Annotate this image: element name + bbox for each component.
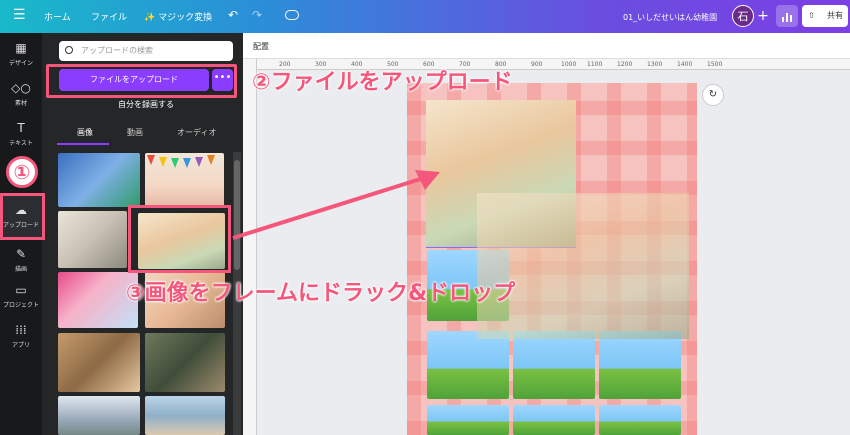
empty-frame[interactable] (599, 331, 681, 399)
dragging-image-preview (477, 193, 689, 339)
redo-icon[interactable]: ↷ (252, 8, 262, 22)
step-3-annotation: ③画像をフレームにドラック&ドロップ (126, 281, 516, 306)
empty-frame[interactable] (513, 405, 595, 435)
search-placeholder: アップロードの検索 (81, 46, 153, 55)
rail-item-label: アプリ (11, 342, 30, 349)
share-button[interactable]: ⇧ 共有 (802, 5, 848, 27)
top-bar: ☰ ホーム ファイル ✨ マジック変換 ↶ ↷ 01_いしだせいはん幼稚園 石 … (0, 0, 850, 33)
uploaded-image-thumbnail[interactable] (58, 333, 140, 392)
uploaded-image-thumbnail[interactable] (58, 153, 140, 207)
rail-item-apps[interactable]: ⁞⁞⁞ アプリ (0, 323, 42, 349)
layout-icon: ▦ (15, 41, 27, 55)
insights-button[interactable] (776, 5, 798, 27)
file-menu[interactable]: ファイル (91, 10, 127, 23)
uploaded-image-thumbnail[interactable] (58, 211, 127, 268)
ruler-tick: 1500 (707, 61, 723, 68)
rail-item-label: テキスト (9, 140, 33, 147)
apps-icon: ⁞⁞⁞ (15, 323, 27, 337)
rail-item-design[interactable]: ▦ デザイン (0, 41, 42, 67)
highlight-uploads-tab (0, 193, 45, 240)
uploaded-image-thumbnail[interactable] (145, 153, 224, 207)
editor-toolbar: 配置 (243, 33, 850, 59)
empty-frame[interactable] (427, 405, 509, 435)
rail-item-label: プロジェクト (2, 302, 39, 309)
menu-icon[interactable]: ☰ (13, 7, 26, 23)
cloud-save-icon[interactable] (285, 10, 299, 20)
media-tabs: 画像 動画 オーディオ (57, 127, 233, 145)
ruler-tick: 1000 (561, 61, 577, 68)
rail-item-elements[interactable]: ◇○ 素材 (0, 81, 42, 107)
rail-item-label: デザイン (8, 60, 33, 67)
search-icon (65, 46, 73, 54)
empty-frame[interactable] (427, 331, 509, 399)
step-2-annotation: ②ファイルをアップロード (252, 70, 513, 95)
draw-icon: ✎ (15, 247, 27, 261)
ruler-tick: 1200 (617, 61, 633, 68)
search-input[interactable]: アップロードの検索 (59, 41, 233, 61)
ruler-tick: 1100 (587, 61, 603, 68)
undo-icon[interactable]: ↶ (228, 8, 238, 22)
position-button[interactable]: 配置 (253, 41, 269, 52)
home-menu[interactable]: ホーム (44, 10, 71, 23)
add-collaborator-icon[interactable]: + (754, 5, 772, 27)
empty-frame[interactable] (513, 331, 595, 399)
highlight-upload-button (46, 64, 237, 98)
record-yourself-button[interactable]: 自分を録画する (59, 99, 233, 110)
drag-arrow (232, 170, 440, 240)
step-1-marker: ① (6, 156, 38, 188)
ruler-tick: 1300 (647, 61, 663, 68)
avatar[interactable]: 石 (732, 5, 754, 27)
rail-item-text[interactable]: T テキスト (0, 121, 42, 147)
uploaded-image-thumbnail[interactable] (145, 396, 225, 435)
uploaded-image-thumbnail[interactable] (58, 396, 140, 435)
bunting-flags (147, 155, 215, 168)
rail-item-label: 素材 (14, 100, 27, 107)
rail-item-projects[interactable]: ▭ プロジェクト (0, 283, 42, 309)
tab-images[interactable]: 画像 (77, 127, 93, 138)
elements-icon: ◇○ (11, 81, 31, 95)
text-icon: T (17, 121, 25, 135)
document-title[interactable]: 01_いしだせいはん幼稚園 (623, 12, 717, 23)
active-tab-indicator (57, 143, 109, 145)
magic-resize-menu[interactable]: ✨ マジック変換 (144, 10, 212, 23)
share-label: 共有 (827, 11, 843, 20)
folder-icon: ▭ (15, 283, 27, 297)
tab-audio[interactable]: オーディオ (177, 127, 216, 138)
share-icon: ⇧ (808, 11, 815, 20)
rail-item-draw[interactable]: ✎ 描画 (0, 247, 42, 273)
rotate-icon[interactable]: ↻ (702, 84, 724, 106)
bar-chart-icon (782, 13, 792, 22)
rail-item-label: 描画 (14, 266, 27, 273)
ruler-tick: 900 (531, 61, 543, 68)
uploaded-image-thumbnail[interactable] (145, 333, 225, 392)
ruler-tick: 1400 (677, 61, 693, 68)
highlight-selected-thumbnail (128, 205, 231, 273)
empty-frame[interactable] (599, 405, 681, 435)
tab-videos[interactable]: 動画 (127, 127, 143, 138)
